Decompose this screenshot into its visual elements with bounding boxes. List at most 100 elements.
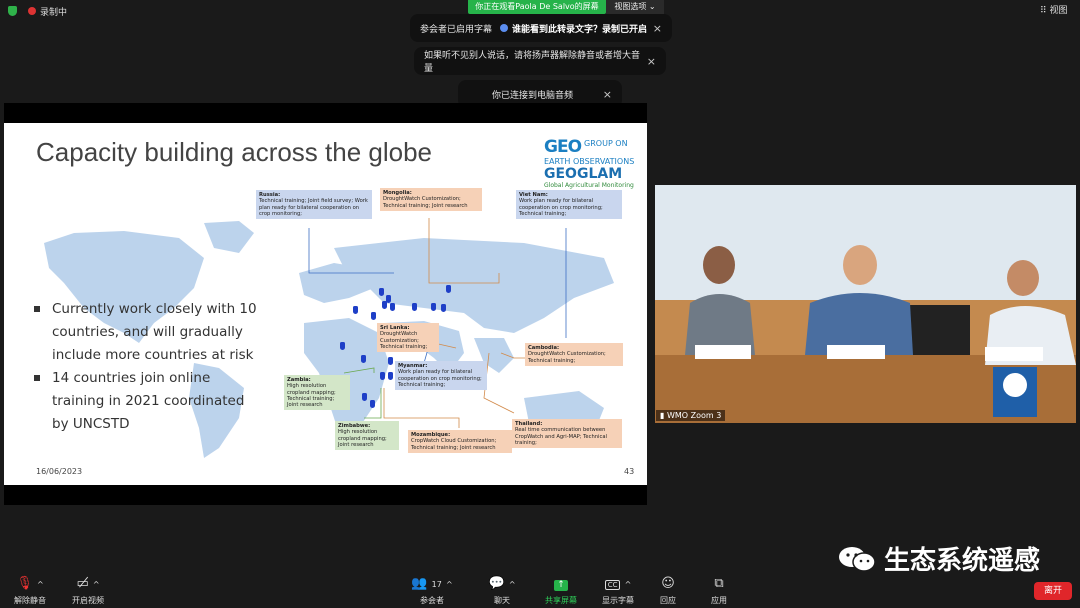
close-icon[interactable]: × — [603, 88, 612, 101]
caption-notification: 参会者已启用字幕 谁能看到此转录文字？录制已开启 × — [410, 14, 672, 42]
callout-mongolia: Mongolia: DroughtWatch Customization; Te… — [380, 188, 482, 211]
callout-mozambique: Mozambique: CropWatch Cloud Customizatio… — [408, 430, 512, 453]
country-pin — [441, 304, 446, 312]
video-scene — [655, 185, 1076, 423]
geo-line1: GROUP ON — [584, 139, 628, 148]
recording-icon — [28, 7, 36, 15]
chat-icon: 💬 ^ — [488, 576, 516, 591]
participants-icon: 👥 17 ^ — [411, 576, 453, 591]
person-icon — [500, 24, 509, 32]
recording-label: 录制中 — [40, 8, 68, 18]
callout-vietnam: Viet Nam: Work plan ready for bilateral … — [516, 190, 622, 220]
signal-icon: ▮ — [660, 411, 665, 420]
wechat-icon — [838, 545, 876, 573]
geoglam-tagline: Global Agricultural Monitoring — [544, 182, 634, 189]
callout-zambia-text: High resolution cropland mapping; Techni… — [287, 383, 336, 409]
participants-button[interactable]: 👥 17 ^ 参会者 — [402, 576, 462, 606]
country-pin — [390, 303, 395, 311]
geo-mark: GEO — [544, 137, 582, 157]
bullet-text: Currently work closely with 10 countries… — [52, 301, 257, 363]
country-pin — [431, 303, 436, 311]
view-button[interactable]: ⠿ 视图 — [1040, 3, 1067, 16]
country-pin — [340, 342, 345, 350]
video-name-label: ▮ WMO Zoom 3 — [656, 410, 726, 421]
audio-tip-notification: 如果听不见别人说话，请将扬声器解除静音或者增大音量 × — [414, 47, 666, 75]
unmute-label: 解除静音 — [14, 596, 46, 605]
caption-notice-text: 参会者已启用字幕 — [420, 24, 493, 35]
callout-srilanka-text: DroughtWatch Customization; Technical tr… — [380, 331, 428, 350]
callout-cambodia: Cambodia: DroughtWatch Customization; Te… — [525, 343, 623, 366]
video-name-text: WMO Zoom 3 — [666, 411, 722, 420]
chat-label: 聊天 — [494, 596, 510, 605]
callout-srilanka: Sri Lanka: DroughtWatch Customization; T… — [377, 323, 439, 353]
country-pin — [362, 393, 367, 401]
participants-label: 参会者 — [420, 596, 444, 605]
presentation-slide: Capacity building across the globe GEO G… — [4, 123, 647, 485]
viewing-screen-banner: 你正在观看Paola De Salvo的屏幕 — [468, 0, 606, 14]
reactions-label: 回应 — [660, 596, 676, 605]
shield-icon[interactable] — [8, 6, 17, 16]
bullet-item: Currently work closely with 10 countries… — [34, 298, 264, 367]
callout-russia: Russia: Technical training; Joint field … — [256, 190, 372, 220]
country-pin — [382, 301, 387, 309]
share-screen-icon: ↑ — [531, 576, 591, 592]
slide-date: 16/06/2023 — [36, 467, 83, 476]
slide-title: Capacity building across the globe — [36, 137, 433, 167]
bullet-text: 14 countries join online training in 202… — [52, 370, 245, 432]
view-label: 视图 — [1049, 6, 1068, 16]
view-options-button[interactable]: 视图选项 ⌄ — [606, 0, 664, 14]
callout-russia-text: Technical training; Joint field survey; … — [259, 198, 368, 217]
transcript-visibility-link[interactable]: 谁能看到此转录文字？录制已开启 — [512, 22, 647, 35]
country-pin — [380, 372, 385, 380]
participant-video[interactable] — [655, 185, 1076, 423]
apps-icon: ⧉ — [714, 576, 724, 591]
callout-myanmar-text: Work plan ready for bilateral cooperatio… — [398, 369, 482, 388]
grid-icon: ⠿ — [1040, 6, 1047, 16]
country-pin — [379, 288, 384, 296]
apps-label: 应用 — [711, 596, 727, 605]
chevron-down-icon: ⌄ — [648, 2, 656, 11]
close-icon[interactable]: × — [653, 22, 662, 35]
watermark-text: 生态系统遥感 — [884, 546, 1041, 576]
audio-tip-text: 如果听不见别人说话，请将扬声器解除静音或者增大音量 — [424, 51, 641, 74]
chat-button[interactable]: 💬 ^ 聊天 — [472, 576, 532, 606]
country-pin — [361, 355, 366, 363]
callout-zimbabwe-text: High resolution cropland mapping; Joint … — [338, 429, 387, 448]
close-icon[interactable]: × — [647, 55, 656, 68]
callout-mongolia-text: DroughtWatch Customization; Technical tr… — [383, 196, 468, 209]
geoglam-logo: GEOGLAM — [544, 166, 623, 182]
country-pin — [353, 306, 358, 314]
start-video-button[interactable]: ▭̸ ^ 开启视频 — [58, 576, 118, 606]
country-pin — [388, 357, 393, 365]
callout-zimbabwe: Zimbabwe: High resolution cropland mappi… — [335, 421, 399, 451]
view-options-label: 视图选项 — [614, 2, 647, 11]
audio-connected-text: 你已连接到电脑音频 — [492, 90, 574, 101]
slide-page-number: 43 — [624, 467, 635, 476]
watermark: 生态系统遥感 — [838, 540, 1040, 577]
bullet-item: 14 countries join online training in 202… — [34, 367, 264, 436]
country-pin — [370, 400, 375, 408]
callout-thailand: Thailand: Real time communication betwee… — [512, 419, 622, 449]
country-pin — [371, 312, 376, 320]
country-pin — [412, 303, 417, 311]
show-captions-label: 显示字幕 — [602, 596, 634, 605]
mic-muted-icon: 🎙 ^ — [16, 576, 44, 591]
callout-myanmar: Myanmar: Work plan ready for bilateral c… — [395, 361, 487, 391]
share-screen-button[interactable]: ↑ 共享屏幕 — [531, 576, 591, 606]
leave-button[interactable]: 离开 — [1034, 582, 1072, 600]
callout-zambia: Zambia: High resolution cropland mapping… — [284, 375, 350, 411]
callout-thailand-text: Real time communication between CropWatc… — [515, 427, 607, 446]
participants-count: 17 — [431, 580, 442, 589]
geo-logo: GEO GROUP ON EARTH OBSERVATIONS GEOGLAM … — [544, 137, 640, 195]
slide-bullets: Currently work closely with 10 countries… — [34, 298, 264, 436]
start-video-label: 开启视频 — [72, 596, 104, 605]
apps-button[interactable]: ⧉ 应用 — [689, 576, 749, 606]
camera-off-icon: ▭̸ ^ — [76, 576, 100, 591]
callout-vietnam-text: Work plan ready for bilateral cooperatio… — [519, 198, 603, 217]
geo-line2: EARTH OBSERVATIONS — [544, 157, 635, 166]
country-pin — [388, 372, 393, 380]
unmute-button[interactable]: 🎙 ^ 解除静音 — [0, 576, 60, 606]
callout-cambodia-text: DroughtWatch Customization; Technical tr… — [528, 351, 606, 364]
country-pin — [446, 285, 451, 293]
share-screen-label: 共享屏幕 — [545, 596, 577, 605]
